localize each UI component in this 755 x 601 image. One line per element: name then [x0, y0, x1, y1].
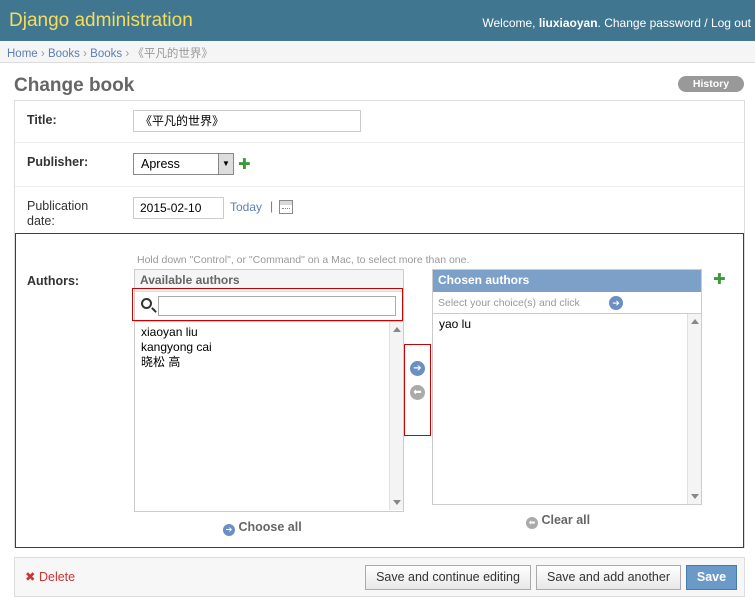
user-tools-separator: /	[700, 16, 711, 30]
clear-all-link[interactable]: ⬅ Clear all	[526, 513, 590, 529]
arrow-left-icon: ⬅	[526, 517, 538, 529]
help-text: Hold down "Control", or "Command" on a M…	[137, 254, 470, 266]
calendar-icon[interactable]	[279, 200, 293, 214]
publisher-label: Publisher:	[27, 155, 89, 169]
submit-row: ✖ Delete Save and continue editing Save …	[14, 557, 745, 597]
breadcrumb: Home › Books › Books › 《平凡的世界》	[0, 41, 755, 63]
scroll-down-icon[interactable]	[691, 494, 699, 499]
logout-link[interactable]: Log out	[711, 16, 751, 30]
breadcrumb-app[interactable]: Books	[48, 48, 80, 60]
list-item[interactable]: 晓松 高	[135, 355, 403, 370]
delete-icon: ✖	[25, 570, 36, 584]
chosen-authors-title: Chosen authors	[433, 270, 701, 292]
breadcrumb-separator: ›	[83, 48, 87, 60]
history-button[interactable]: History	[678, 76, 744, 92]
user-tools: Welcome, liuxiaoyan. Change password / L…	[482, 16, 751, 30]
publisher-selected-value: Apress	[141, 157, 180, 171]
choose-all-label: Choose all	[238, 520, 302, 534]
chosen-authors-box: Chosen authors Select your choice(s) and…	[432, 269, 702, 505]
available-authors-list[interactable]: xiaoyan liu kangyong cai 晓松 高	[135, 322, 403, 510]
list-item[interactable]: xiaoyan liu	[135, 325, 403, 340]
pubdate-input[interactable]: 2015-02-10	[133, 197, 224, 219]
list-item[interactable]: kangyong cai	[135, 340, 403, 355]
save-add-another-button[interactable]: Save and add another	[536, 565, 681, 590]
add-selected-button[interactable]: ➔	[410, 361, 425, 376]
username: liuxiaoyan	[538, 16, 598, 30]
chevron-down-icon[interactable]: ▼	[218, 154, 233, 174]
choose-all-link[interactable]: ➔ Choose all	[223, 520, 302, 536]
delete-link[interactable]: ✖ Delete	[25, 569, 75, 584]
scroll-up-icon[interactable]	[691, 319, 699, 324]
clear-all-label: Clear all	[541, 513, 591, 527]
pubdate-label-line1: Publication	[27, 199, 89, 213]
today-separator: |	[270, 199, 274, 213]
breadcrumb-model[interactable]: Books	[90, 48, 122, 60]
page-title: Change book	[14, 75, 135, 96]
title-input[interactable]: 《平凡的世界》	[133, 110, 361, 132]
scrollbar[interactable]	[687, 314, 701, 504]
row-divider	[15, 186, 744, 187]
pubdate-label-line2: date:	[27, 214, 55, 228]
site-branding[interactable]: Django administration	[9, 10, 193, 32]
chosen-authors-list[interactable]: yao lu	[433, 314, 701, 504]
scrollbar[interactable]	[389, 322, 403, 510]
chosen-hint-text: Select your choice(s) and click	[438, 297, 580, 309]
today-link[interactable]: Today	[230, 200, 262, 214]
add-author-icon[interactable]: ✚	[713, 272, 726, 287]
row-divider	[15, 142, 744, 143]
breadcrumb-separator: ›	[40, 48, 45, 60]
arrow-right-icon: ➔	[223, 524, 235, 536]
header-bar: Django administration Welcome, liuxiaoya…	[0, 0, 755, 41]
change-password-link[interactable]: Change password	[604, 16, 701, 30]
delete-label: Delete	[38, 570, 76, 584]
pubdate-label: Publication date:	[27, 199, 88, 229]
scroll-down-icon[interactable]	[393, 500, 401, 505]
breadcrumb-current: 《平凡的世界》	[132, 48, 213, 60]
change-form: Title: 《平凡的世界》 Publisher: Apress ▼ ✚ Pub…	[14, 100, 745, 548]
add-publisher-icon[interactable]: ✚	[238, 157, 251, 172]
remove-selected-button[interactable]: ⬅	[410, 385, 425, 400]
authors-row: Hold down "Control", or "Command" on a M…	[15, 233, 744, 548]
arrow-right-icon: ➔	[609, 296, 623, 310]
title-label: Title:	[27, 113, 57, 127]
scroll-up-icon[interactable]	[393, 327, 401, 332]
save-continue-button[interactable]: Save and continue editing	[365, 565, 531, 590]
save-button[interactable]: Save	[686, 565, 737, 590]
list-item[interactable]: yao lu	[433, 317, 701, 332]
publisher-select[interactable]: Apress ▼	[133, 153, 234, 175]
breadcrumb-home[interactable]: Home	[7, 48, 38, 60]
filter-highlight	[132, 288, 403, 321]
welcome-text: Welcome,	[482, 16, 539, 30]
chosen-hint: Select your choice(s) and click ➔	[433, 292, 701, 314]
authors-label: Authors:	[27, 274, 80, 288]
breadcrumb-separator: ›	[125, 48, 130, 60]
